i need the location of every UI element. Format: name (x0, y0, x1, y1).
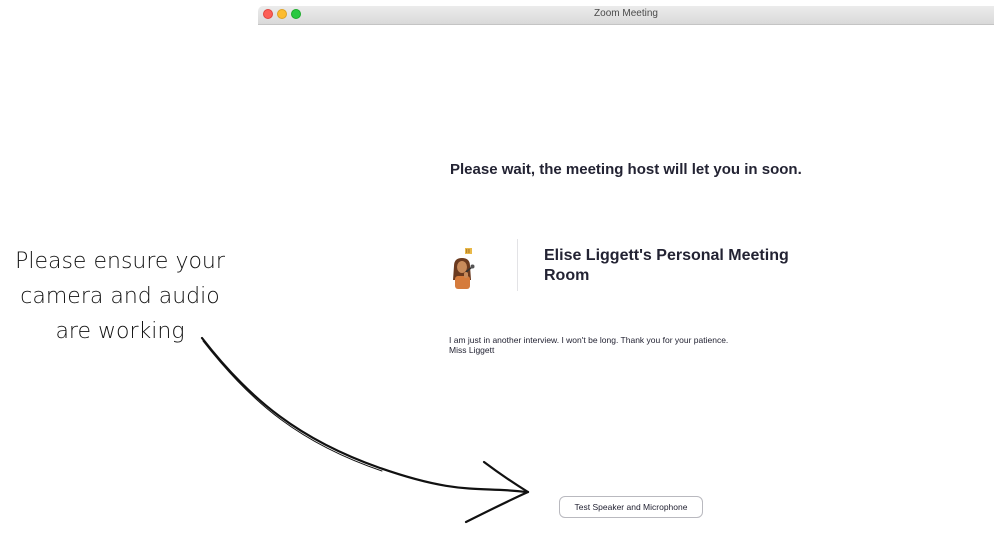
waiting-status-message: Please wait, the meeting host will let y… (450, 161, 802, 178)
zoom-meeting-window: Zoom Meeting Please wait, the meeting ho… (258, 6, 994, 537)
host-message: I am just in another interview. I won't … (449, 335, 729, 355)
annotation-line-1: Please ensure your (15, 249, 225, 274)
annotation-note: Please ensure your camera and audio are … (2, 244, 238, 349)
test-speaker-microphone-button[interactable]: Test Speaker and Microphone (559, 496, 703, 518)
annotation-line-2: camera and audio (20, 284, 220, 309)
meeting-room-name: Elise Liggett's Personal Meeting Room (544, 247, 789, 284)
bitmoji-avatar-icon (453, 248, 475, 289)
annotation-line-3: are working (55, 319, 185, 344)
divider (517, 239, 518, 291)
title-bar: Zoom Meeting (258, 6, 994, 25)
window-title: Zoom Meeting (594, 8, 658, 19)
